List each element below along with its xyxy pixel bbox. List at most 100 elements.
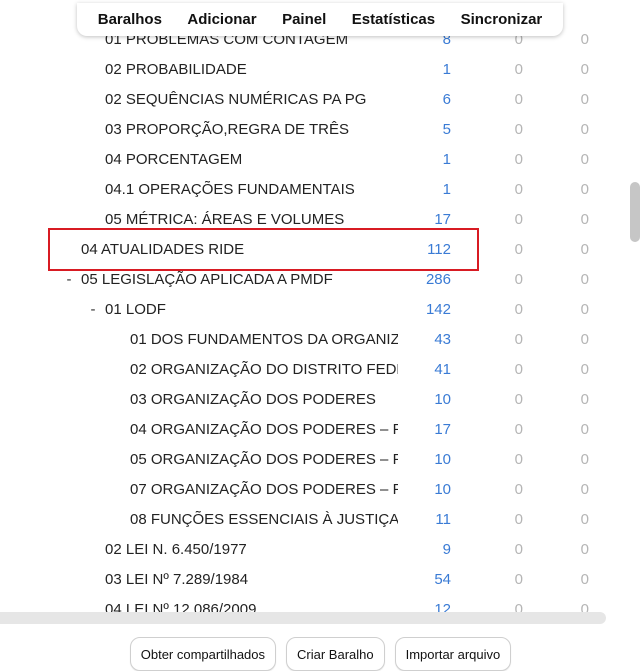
deck-row[interactable]: 02 PROBABILIDADE 1 0 0 [0,54,625,84]
new-count: 5 [442,120,451,138]
deck-row[interactable]: 04 ORGANIZAÇÃO DOS PODERES – PRO 17 0 0 [0,414,625,444]
due-count: 0 [580,570,589,588]
learn-count: 0 [514,210,523,228]
learn-count: 0 [514,120,523,138]
deck-row[interactable]: 07 ORGANIZAÇÃO DOS PODERES – POD 10 0 0 [0,474,625,504]
learn-count: 0 [514,450,523,468]
due-count: 0 [580,270,589,288]
due-count: 0 [580,450,589,468]
due-count: 0 [580,300,589,318]
due-count: 0 [580,180,589,198]
due-count: 0 [580,540,589,558]
toolbar-decks-button[interactable]: Baralhos [98,11,162,28]
new-count: 286 [425,270,451,288]
deck-name[interactable]: 04.1 OPERAÇÕES FUNDAMENTAIS [105,181,355,198]
deck-row[interactable]: 05 ORGANIZAÇÃO DOS PODERES – POD 10 0 0 [0,444,625,474]
new-count: 11 [435,510,451,528]
deck-row[interactable]: 04 ATUALIDADES RIDE 112 0 0 [0,234,625,264]
learn-count: 0 [514,570,523,588]
footer-buttons: Obter compartilhados Criar Baralho Impor… [0,637,641,671]
deck-name[interactable]: 03 LEI Nº 7.289/1984 [105,571,248,588]
new-count: 112 [427,240,451,258]
new-count: 10 [434,480,451,498]
deck-row[interactable]: 03 ORGANIZAÇÃO DOS PODERES 10 0 0 [0,384,625,414]
deck-row[interactable]: 04 PORCENTAGEM 1 0 0 [0,144,625,174]
due-count: 0 [580,150,589,168]
deck-name[interactable]: 03 ORGANIZAÇÃO DOS PODERES [130,391,376,408]
due-count: 0 [580,420,589,438]
learn-count: 0 [514,540,523,558]
create-deck-button[interactable]: Criar Baralho [286,637,385,671]
learn-count: 0 [514,60,523,78]
new-count: 54 [434,570,451,588]
new-count: 17 [434,420,451,438]
learn-count: 0 [514,300,523,318]
learn-count: 0 [514,150,523,168]
deck-row[interactable]: 05 MÉTRICA: ÁREAS E VOLUMES 17 0 0 [0,204,625,234]
due-count: 0 [580,120,589,138]
deck-row[interactable]: -01 LODF 142 0 0 [0,294,625,324]
deck-name[interactable]: 05 ORGANIZAÇÃO DOS PODERES – POD [130,451,398,468]
deck-name[interactable]: 02 LEI N. 6.450/1977 [105,541,247,558]
deck-row[interactable]: 08 FUNÇÕES ESSENCIAIS À JUSTIÇA 11 0 0 [0,504,625,534]
deck-row[interactable]: 03 LEI Nº 7.289/1984 54 0 0 [0,564,625,594]
due-count: 0 [580,480,589,498]
deck-name[interactable]: 01 LODF [105,301,166,318]
deck-name[interactable]: 04 ATUALIDADES RIDE [81,241,244,258]
collapse-toggle[interactable]: - [87,301,99,318]
toolbar-browse-button[interactable]: Painel [282,11,326,28]
deck-row[interactable]: 01 DOS FUNDAMENTOS DA ORGANIZAÇÃO 43 0 0 [0,324,625,354]
deck-row[interactable]: -05 LEGISLAÇÃO APLICADA A PMDF 286 0 0 [0,264,625,294]
new-count: 6 [442,90,451,108]
learn-count: 0 [514,420,523,438]
collapse-toggle[interactable]: - [63,271,75,288]
deck-name[interactable]: 05 MÉTRICA: ÁREAS E VOLUMES [105,211,344,228]
deck-name[interactable]: 08 FUNÇÕES ESSENCIAIS À JUSTIÇA [130,511,398,528]
deck-name[interactable]: 03 PROPORÇÃO,REGRA DE TRÊS [105,121,349,138]
deck-name[interactable]: 02 SEQUÊNCIAS NUMÉRICAS PA PG [105,91,366,108]
deck-row[interactable]: 04 LEI Nº 12.086/2009 12 0 0 [0,594,625,613]
horizontal-scrollbar[interactable] [0,612,606,624]
vertical-scrollbar[interactable] [629,0,641,612]
deck-list: 01 PROBLEMAS COM CONTAGEM 8 0 0 02 PROBABILI… [0,30,625,613]
deck-name[interactable]: 07 ORGANIZAÇÃO DOS PODERES – POD [130,481,398,498]
deck-row[interactable]: 04.1 OPERAÇÕES FUNDAMENTAIS 1 0 0 [0,174,625,204]
learn-count: 0 [514,510,523,528]
new-count: 12 [434,600,451,613]
new-count: 9 [442,540,451,558]
deck-name[interactable]: 04 LEI Nº 12.086/2009 [105,601,256,613]
deck-row[interactable]: 02 SEQUÊNCIAS NUMÉRICAS PA PG 6 0 0 [0,84,625,114]
toolbar-stats-button[interactable]: Estatísticas [352,11,435,28]
toolbar-sync-button[interactable]: Sincronizar [461,11,543,28]
new-count: 1 [442,60,451,78]
learn-count: 0 [514,480,523,498]
deck-name[interactable]: 04 ORGANIZAÇÃO DOS PODERES – PRO [130,421,398,438]
toolbar-add-button[interactable]: Adicionar [187,11,256,28]
deck-name[interactable]: 05 LEGISLAÇÃO APLICADA A PMDF [81,271,333,288]
deck-row[interactable]: 02 ORGANIZAÇÃO DO DISTRITO FEDERAL 41 0 0 [0,354,625,384]
new-count: 10 [434,390,451,408]
due-count: 0 [580,240,589,258]
new-count: 43 [434,330,451,348]
deck-name[interactable]: 04 PORCENTAGEM [105,151,242,168]
new-count: 41 [434,360,451,378]
due-count: 0 [580,360,589,378]
due-count: 0 [580,90,589,108]
deck-row[interactable]: 02 LEI N. 6.450/1977 9 0 0 [0,534,625,564]
import-file-button[interactable]: Importar arquivo [394,637,512,671]
due-count: 0 [580,510,589,528]
deck-row[interactable]: 03 PROPORÇÃO,REGRA DE TRÊS 5 0 0 [0,114,625,144]
deck-name[interactable]: 02 ORGANIZAÇÃO DO DISTRITO FEDERAL [130,361,398,378]
learn-count: 0 [514,600,523,613]
learn-count: 0 [514,330,523,348]
vertical-scrollbar-thumb[interactable] [630,182,640,242]
deck-name[interactable]: 02 PROBABILIDADE [105,61,247,78]
learn-count: 0 [514,180,523,198]
new-count: 17 [434,210,451,228]
due-count: 0 [580,390,589,408]
new-count: 142 [425,300,451,318]
get-shared-button[interactable]: Obter compartilhados [129,637,277,671]
learn-count: 0 [514,270,523,288]
deck-name[interactable]: 01 DOS FUNDAMENTOS DA ORGANIZAÇÃO [130,331,398,348]
due-count: 0 [580,600,589,613]
